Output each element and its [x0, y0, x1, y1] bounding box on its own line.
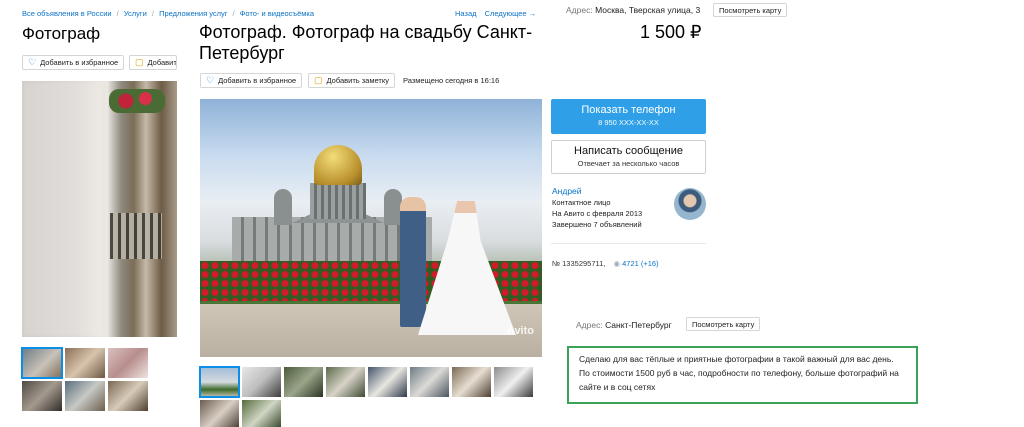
- add-note-button[interactable]: ▢ Добавить заметку: [308, 73, 395, 88]
- thumbnail[interactable]: [199, 366, 240, 398]
- eye-icon: ◉: [613, 259, 621, 268]
- seller-info: Андрей Контактное лицо На Авито с феврал…: [552, 186, 642, 230]
- thumbnail[interactable]: [65, 381, 105, 411]
- write-message-button[interactable]: Написать сообщение Отвечает за несколько…: [551, 140, 706, 174]
- thumbnail[interactable]: [108, 381, 148, 411]
- balcony-rail-image: [110, 213, 162, 259]
- breadcrumb: Все объявления в России / Услуги / Предлож…: [22, 9, 315, 18]
- address-value: Санкт-Петербург: [605, 320, 672, 330]
- listing-title: Фотограф. Фотограф на свадьбу Санкт-Пете…: [199, 22, 533, 63]
- address-top: Адрес: Москва, Тверская улица, 3: [566, 5, 700, 15]
- left-thumbnail-strip: [21, 347, 182, 411]
- seller-type: Контактное лицо: [552, 198, 611, 207]
- thumbnail[interactable]: [242, 400, 281, 427]
- main-photo[interactable]: Avito: [200, 99, 542, 357]
- thumbnail[interactable]: [200, 400, 239, 427]
- left-note-label: Добавить: [147, 58, 177, 67]
- thumbnail[interactable]: [284, 367, 323, 397]
- heart-icon: ♡: [206, 75, 215, 85]
- back-link[interactable]: Назад: [455, 9, 477, 18]
- show-map-button[interactable]: Посмотреть карту: [686, 317, 761, 331]
- thumbnail[interactable]: [108, 348, 148, 378]
- avito-watermark: Avito: [506, 325, 534, 337]
- thumbnail[interactable]: [65, 348, 105, 378]
- avatar[interactable]: [674, 188, 706, 220]
- left-listing-title[interactable]: Фотограф: [22, 24, 100, 44]
- left-listing-photo[interactable]: [22, 81, 177, 337]
- thumbnail[interactable]: [452, 367, 491, 397]
- seller-name[interactable]: Андрей: [552, 186, 642, 197]
- posted-date: Размещено сегодня в 16:16: [403, 76, 500, 85]
- left-note-button[interactable]: ▢ Добавить: [129, 55, 177, 70]
- golden-dome: [314, 145, 362, 185]
- address-value: Москва, Тверская улица, 3: [595, 5, 701, 15]
- divider: [551, 243, 706, 244]
- thumbnail[interactable]: [21, 347, 63, 379]
- left-favorite-button[interactable]: ♡ Добавить в избранное: [22, 55, 125, 70]
- write-message-label: Написать сообщение: [574, 145, 683, 157]
- listing-price: 1 500 ₽: [640, 22, 702, 42]
- thumbnail[interactable]: [494, 367, 533, 397]
- left-favorite-label: Добавить в избранное: [40, 58, 119, 67]
- add-note-label: Добавить заметку: [326, 76, 389, 85]
- photo-blur-area: [22, 81, 102, 337]
- heart-icon: ♡: [28, 57, 37, 67]
- flower-box-image: [109, 89, 165, 113]
- thumbnail[interactable]: [22, 381, 62, 411]
- thumbnail-strip: [199, 366, 550, 427]
- response-time: Отвечает за несколько часов: [577, 159, 680, 168]
- add-favorite-label: Добавить в избранное: [218, 76, 297, 85]
- address-label: Адрес:: [566, 5, 593, 15]
- phone-masked: 8 950 XXX-XX-XX: [598, 118, 659, 127]
- breadcrumb-item[interactable]: Все объявления в России: [22, 9, 112, 18]
- views-value: 4721 (+16): [622, 259, 659, 268]
- note-icon: ▢: [135, 57, 144, 67]
- views-count: ◉ 4721 (+16): [613, 259, 658, 268]
- thumbnail[interactable]: [242, 367, 281, 397]
- groom-figure: [400, 197, 426, 327]
- thumbnail[interactable]: [410, 367, 449, 397]
- listing-number: № 1335295711,: [552, 259, 606, 268]
- next-link[interactable]: Следующее →: [485, 9, 537, 18]
- cathedral-drum: [310, 183, 366, 219]
- listing-meta: № 1335295711, ◉ 4721 (+16): [552, 259, 659, 268]
- thumbnail[interactable]: [326, 367, 365, 397]
- show-phone-button[interactable]: Показать телефон 8 950 XXX-XX-XX: [551, 99, 706, 134]
- thumbnail[interactable]: [368, 367, 407, 397]
- note-icon: ▢: [314, 75, 323, 85]
- address-label: Адрес:: [576, 320, 603, 330]
- show-map-button[interactable]: Посмотреть карту: [713, 3, 788, 17]
- listing-description: Сделаю для вас тёплые и приятные фотогра…: [567, 346, 918, 404]
- breadcrumb-item[interactable]: Услуги: [124, 9, 147, 18]
- seller-since: На Авито с февраля 2013: [552, 209, 643, 218]
- listing-navigation: Назад Следующее →: [455, 9, 542, 18]
- show-phone-label: Показать телефон: [581, 104, 676, 116]
- cathedral-tower: [274, 189, 292, 225]
- breadcrumb-item[interactable]: Предложения услуг: [159, 9, 227, 18]
- address-bottom: Адрес: Санкт-Петербург: [576, 320, 672, 330]
- seller-completed: Завершено 7 объявлений: [552, 220, 642, 229]
- add-favorite-button[interactable]: ♡ Добавить в избранное: [200, 73, 303, 88]
- breadcrumb-item[interactable]: Фото- и видеосъёмка: [240, 9, 314, 18]
